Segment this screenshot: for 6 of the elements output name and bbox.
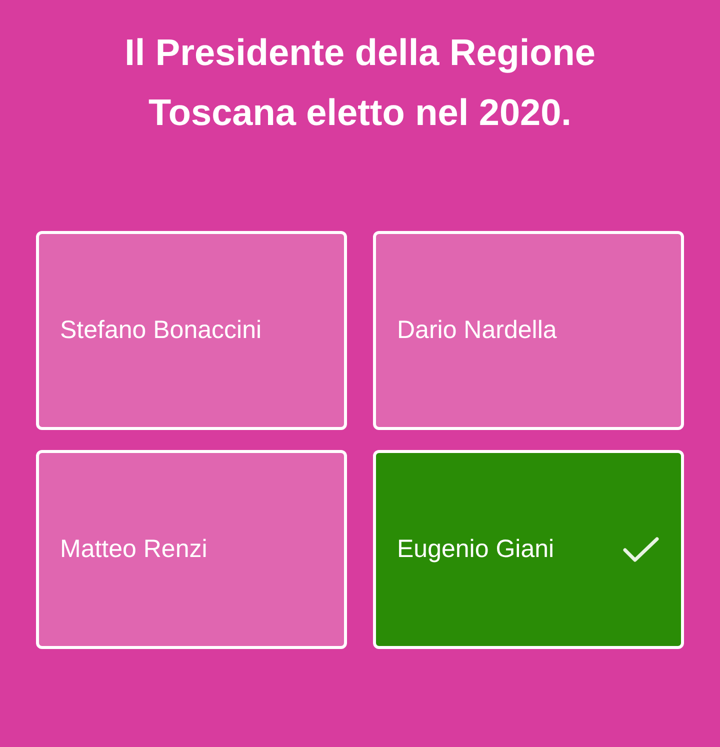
checkmark-icon: [623, 536, 659, 562]
answer-button[interactable]: Eugenio Giani: [373, 450, 684, 649]
question-title: Il Presidente della Regione Toscana eletto nel 2020.: [124, 31, 596, 135]
answer-button[interactable]: Stefano Bonaccini: [36, 231, 347, 430]
answer-button[interactable]: Dario Nardella: [373, 231, 684, 430]
answer-button[interactable]: Matteo Renzi: [36, 450, 347, 649]
